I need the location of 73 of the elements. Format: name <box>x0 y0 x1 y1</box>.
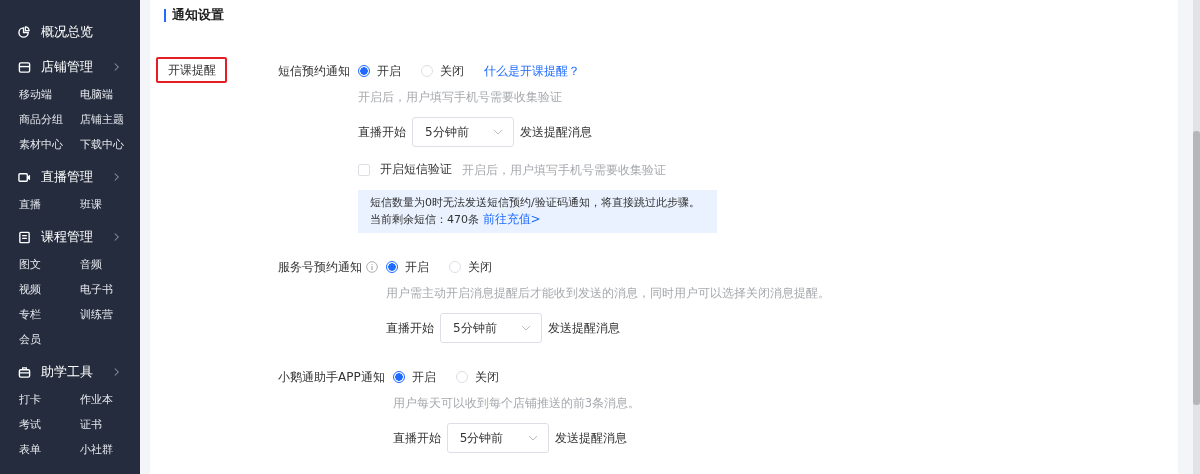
timing-suffix: 发送提醒消息 <box>554 429 627 447</box>
setting-label: 小鹅通助手APP通知 <box>278 369 385 385</box>
checkbox-label[interactable]: 开启短信验证 <box>380 161 452 178</box>
nav-submenu-item[interactable]: 会员 <box>19 330 80 349</box>
nav-submenu-item[interactable]: 音频 <box>80 255 140 274</box>
nav-menu-item[interactable]: 课程管理 <box>0 225 140 249</box>
nav-submenu-item[interactable]: 店铺主题 <box>80 110 140 129</box>
nav-submenu-item[interactable]: 视频 <box>19 280 80 299</box>
nav-submenu-item[interactable]: 专栏 <box>19 305 80 324</box>
hint-text: 用户每天可以收到每个店铺推送的前3条消息。 <box>392 395 640 411</box>
radio-button[interactable] <box>358 65 370 77</box>
radio-option[interactable]: 开启 <box>386 258 429 276</box>
radio-button[interactable] <box>386 261 398 273</box>
nav-submenu-item[interactable]: 素材中心 <box>19 135 80 154</box>
help-link[interactable]: 什么是开课提醒？ <box>484 62 580 80</box>
nav-menu-item[interactable]: 直播管理 <box>0 165 140 189</box>
radio-button[interactable] <box>392 371 405 383</box>
nav-submenu-item[interactable]: 证书 <box>80 415 140 434</box>
nav-submenu-item[interactable]: 考试 <box>19 415 80 434</box>
timing-label: 直播开始 <box>386 319 434 337</box>
nav-submenu-item[interactable]: 作业本 <box>80 390 140 409</box>
checkbox[interactable] <box>358 163 370 176</box>
category-label[interactable]: 开课提醒 <box>156 57 227 83</box>
nav-submenu-item[interactable]: 电脑端 <box>80 85 140 104</box>
nav-submenu-item[interactable]: 移动端 <box>19 85 80 104</box>
timing-suffix: 发送提醒消息 <box>520 123 592 141</box>
chevron-right-icon <box>113 172 120 182</box>
radio-option[interactable]: 关闭 <box>449 258 492 276</box>
time-select[interactable]: 5分钟前 <box>446 423 549 453</box>
nav-submenu-item[interactable]: 下载中心 <box>80 135 140 154</box>
nav-submenu-item[interactable]: 电子书 <box>80 280 140 299</box>
scrollbar-thumb[interactable] <box>1193 131 1200 405</box>
section-title: 通知设置 <box>172 6 224 24</box>
radio-option[interactable]: 关闭 <box>455 368 499 386</box>
nav-submenu-item[interactable]: 图文 <box>19 255 80 274</box>
nav-submenu-item[interactable]: 小社群 <box>80 440 140 459</box>
nav-menu-item[interactable]: 概况总览 <box>0 20 140 44</box>
setting-label: 服务号预约通知 <box>278 259 362 275</box>
document-icon <box>18 230 31 244</box>
hint-text: 开启后，用户填写手机号需要收集验证 <box>358 89 563 105</box>
nav-submenu-item[interactable]: 表单 <box>19 440 80 459</box>
nav-submenu-item[interactable]: 班课 <box>80 195 140 214</box>
radio-option[interactable]: 开启 <box>358 62 401 80</box>
chevron-right-icon <box>113 62 120 72</box>
hint-text: 用户需主动开启消息提醒后才能收到发送的消息，同时用户可以选择关闭消息提醒。 <box>386 285 830 301</box>
notice-text: 当前剩余短信：470条 <box>370 213 479 226</box>
timing-suffix: 发送提醒消息 <box>548 319 620 337</box>
chevron-right-icon <box>113 367 120 377</box>
notice-text: 短信数量为0时无法发送短信预约/验证码通知，将直接跳过此步骤。 <box>370 195 701 211</box>
chevron-right-icon <box>113 232 120 242</box>
pie-chart-icon <box>18 25 31 39</box>
toolbox-icon <box>18 365 31 379</box>
nav-menu-item[interactable]: 助学工具 <box>0 360 140 384</box>
timing-label: 直播开始 <box>358 123 406 141</box>
timing-label: 直播开始 <box>392 429 441 447</box>
nav-submenu-item[interactable]: 商品分组 <box>19 110 80 129</box>
setting-label: 短信预约通知 <box>278 63 350 79</box>
hint-text: 开启后，用户填写手机号需要收集验证 <box>462 161 666 178</box>
nav-submenu-item[interactable]: 训练营 <box>80 305 140 324</box>
radio-option[interactable]: 关闭 <box>421 62 464 80</box>
time-select[interactable]: 5分钟前 <box>440 313 542 343</box>
chevron-down-icon <box>527 435 538 441</box>
info-icon[interactable] <box>366 261 378 273</box>
nav-submenu-item[interactable]: 直播 <box>19 195 80 214</box>
radio-option[interactable]: 开启 <box>392 368 436 386</box>
chevron-down-icon <box>521 325 531 331</box>
store-icon <box>18 60 31 74</box>
nav-submenu-item[interactable]: 打卡 <box>19 390 80 409</box>
chevron-down-icon <box>493 129 503 135</box>
time-select[interactable]: 5分钟前 <box>412 117 514 147</box>
nav-menu-item[interactable]: 店铺管理 <box>0 55 140 79</box>
recharge-link[interactable]: 前往充值> <box>482 212 541 226</box>
video-camera-icon <box>18 170 31 184</box>
